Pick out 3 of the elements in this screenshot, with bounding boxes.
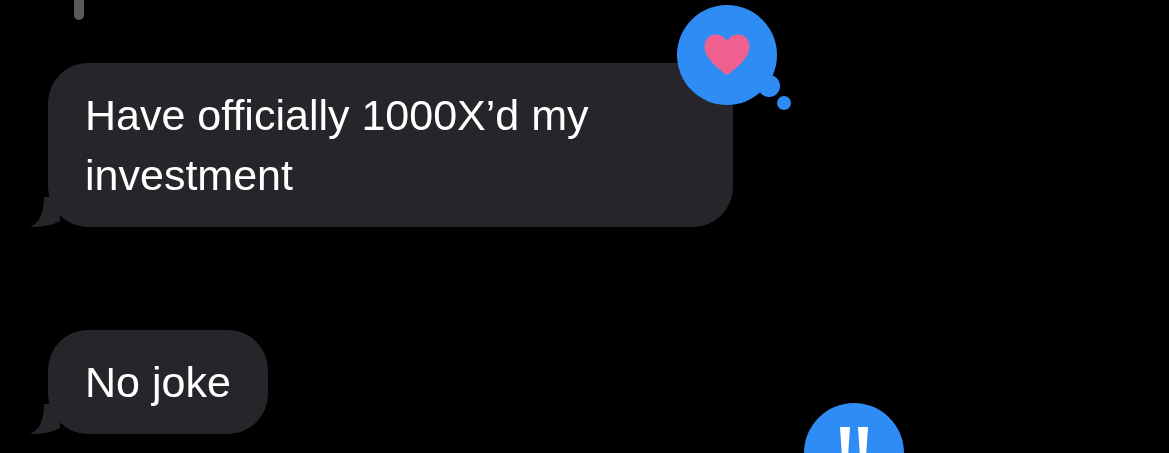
scroll-indicator (74, 0, 84, 20)
message-text: Have officially 1000X’d my investment (85, 90, 590, 201)
message-text: No joke (85, 357, 231, 408)
